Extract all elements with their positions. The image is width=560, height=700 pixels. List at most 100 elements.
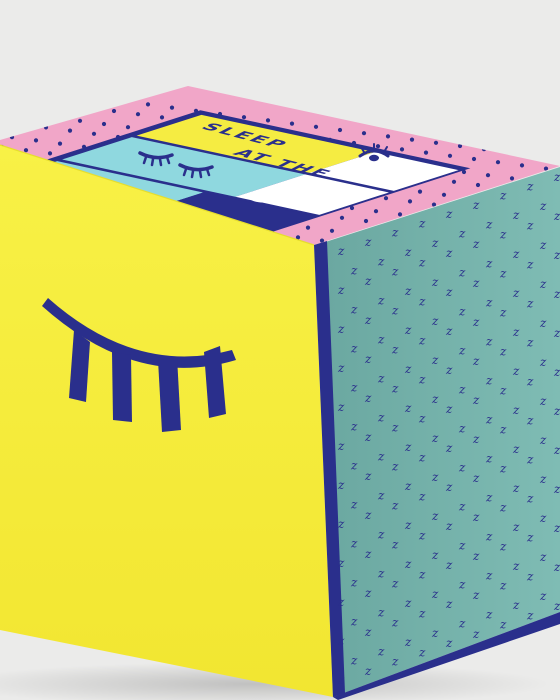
- top-dot: [385, 134, 391, 139]
- top-dot: [451, 179, 457, 184]
- side-z-glyph: z: [391, 382, 399, 396]
- top-dot: [397, 212, 403, 217]
- side-z-glyph: z: [377, 332, 385, 346]
- top-dot: [169, 105, 175, 110]
- side-z-glyph: z: [458, 578, 466, 592]
- side-z-glyph: z: [391, 304, 399, 318]
- side-z-glyph: z: [472, 198, 480, 212]
- side-z-glyph: z: [512, 325, 520, 339]
- side-z-glyph: z: [350, 420, 358, 434]
- side-z-glyph: z: [350, 576, 358, 590]
- side-z-glyph: z: [364, 313, 372, 327]
- side-z-glyph: z: [431, 314, 439, 328]
- side-z-glyph: z: [364, 508, 372, 522]
- side-z-glyph: z: [472, 549, 480, 563]
- top-dot: [407, 199, 413, 204]
- side-z-glyph: z: [458, 461, 466, 475]
- side-z-glyph: z: [499, 579, 507, 593]
- side-z-glyph: z: [337, 283, 345, 297]
- side-z-glyph: z: [404, 284, 412, 298]
- side-z-glyph: z: [539, 550, 547, 564]
- top-dot: [159, 115, 165, 120]
- side-z-glyph: z: [377, 371, 385, 385]
- side-z-glyph: z: [539, 472, 547, 486]
- side-z-glyph: z: [431, 353, 439, 367]
- side-z-glyph: z: [539, 316, 547, 330]
- side-z-glyph: z: [553, 287, 560, 301]
- side-z-glyph: z: [512, 286, 520, 300]
- side-z-glyph: z: [553, 170, 560, 184]
- side-z-glyph: z: [418, 450, 426, 464]
- side-z-glyph: z: [458, 500, 466, 514]
- side-z-glyph: z: [499, 384, 507, 398]
- side-z-glyph: z: [512, 559, 520, 573]
- side-z-glyph: z: [337, 478, 345, 492]
- side-z-glyph: z: [472, 471, 480, 485]
- side-z-glyph: z: [485, 334, 493, 348]
- top-dot: [91, 131, 97, 136]
- side-z-glyph: z: [458, 539, 466, 553]
- side-z-glyph: z: [472, 627, 480, 641]
- side-z-glyph: z: [499, 540, 507, 554]
- side-z-glyph: z: [350, 615, 358, 629]
- side-z-glyph: z: [431, 470, 439, 484]
- top-dot: [241, 115, 247, 120]
- top-dot: [23, 148, 29, 153]
- side-z-glyph: z: [472, 510, 480, 524]
- top-dot: [373, 209, 379, 214]
- top-dot: [313, 124, 319, 129]
- side-z-glyph: z: [431, 587, 439, 601]
- top-dot: [125, 125, 131, 130]
- side-z-glyph: z: [404, 323, 412, 337]
- side-z-glyph: z: [337, 634, 345, 648]
- top-dot: [519, 163, 525, 168]
- top-dot: [433, 140, 439, 145]
- side-z-glyph: z: [553, 482, 560, 496]
- side-z-glyph: z: [337, 595, 345, 609]
- side-z-glyph: z: [499, 345, 507, 359]
- side-z-glyph: z: [499, 228, 507, 242]
- side-z-glyph: z: [458, 383, 466, 397]
- side-z-glyph: z: [553, 326, 560, 340]
- side-z-glyph: z: [364, 664, 372, 678]
- side-z-glyph: z: [485, 373, 493, 387]
- side-z-glyph: z: [337, 439, 345, 453]
- side-z-glyph: z: [350, 537, 358, 551]
- side-z-glyph: z: [337, 244, 345, 258]
- side-z-glyph: z: [512, 442, 520, 456]
- side-z-glyph: z: [377, 527, 385, 541]
- side-z-glyph: z: [337, 361, 345, 375]
- top-dot: [145, 102, 151, 107]
- side-z-glyph: z: [499, 501, 507, 515]
- side-z-glyph: z: [445, 597, 453, 611]
- side-z-glyph: z: [499, 189, 507, 203]
- side-z-glyph: z: [337, 322, 345, 336]
- side-z-glyph: z: [526, 179, 534, 193]
- side-z-glyph: z: [431, 509, 439, 523]
- side-z-glyph: z: [337, 517, 345, 531]
- side-z-glyph: z: [539, 433, 547, 447]
- side-z-glyph: z: [364, 430, 372, 444]
- side-z-glyph: z: [391, 655, 399, 669]
- side-z-glyph: z: [404, 635, 412, 649]
- side-z-glyph: z: [526, 530, 534, 544]
- side-z-glyph: z: [391, 460, 399, 474]
- side-z-glyph: z: [539, 511, 547, 525]
- side-z-glyph: z: [391, 226, 399, 240]
- side-z-glyph: z: [553, 560, 560, 574]
- side-z-glyph: z: [404, 362, 412, 376]
- side-z-glyph: z: [418, 372, 426, 386]
- side-z-glyph: z: [472, 237, 480, 251]
- side-z-glyph: z: [418, 645, 426, 659]
- top-dot: [361, 131, 367, 136]
- top-dot: [509, 176, 515, 181]
- side-z-glyph: z: [499, 462, 507, 476]
- side-z-glyph: z: [391, 421, 399, 435]
- side-z-glyph: z: [526, 452, 534, 466]
- side-z-glyph: z: [553, 521, 560, 535]
- side-z-glyph: z: [350, 459, 358, 473]
- side-z-glyph: z: [445, 636, 453, 650]
- side-z-glyph: z: [458, 344, 466, 358]
- side-z-glyph: z: [431, 431, 439, 445]
- side-z-glyph: z: [485, 256, 493, 270]
